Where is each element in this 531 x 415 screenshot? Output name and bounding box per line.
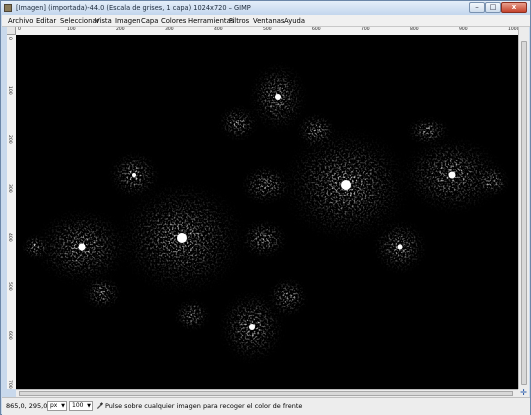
ruler-label: 300	[165, 27, 174, 32]
ruler-label: 100	[7, 86, 12, 95]
chevron-down-icon: ▼	[87, 403, 91, 409]
menu-archivo[interactable]: Archivo	[8, 17, 33, 25]
ruler-label: 700	[361, 27, 370, 32]
ruler-label: 800	[410, 27, 419, 32]
menu-herramientas[interactable]: Herramientas	[188, 17, 234, 25]
gimp-window: [Imagen] (importada)-44.0 (Escala de gri…	[0, 0, 531, 415]
ruler-label: 900	[459, 27, 468, 32]
ruler-label: 500	[7, 282, 12, 291]
ruler-label: 300	[7, 184, 12, 193]
zoom-select[interactable]: 100 ▼	[69, 401, 93, 411]
ruler-label: 200	[116, 27, 125, 32]
ruler-label: 0	[7, 37, 12, 40]
ruler-label: 600	[7, 331, 12, 340]
status-bar: 865,0, 295,0 px ▼ 100 ▼ Pulse sobre cual…	[2, 397, 530, 415]
ruler-label: 500	[263, 27, 272, 32]
zoom-value: 100	[72, 402, 84, 409]
pointer-coordinates: 865,0, 295,0	[6, 402, 48, 410]
fractal-image	[16, 35, 518, 389]
ruler-label: 0	[18, 27, 21, 32]
ruler-label: 100	[67, 27, 76, 32]
minimize-button[interactable]: –	[469, 2, 485, 13]
ruler-label: 600	[312, 27, 321, 32]
ruler-label: 1000	[508, 27, 518, 32]
menu-vista[interactable]: Vista	[95, 17, 112, 25]
menu-capa[interactable]: Capa	[141, 17, 158, 25]
menu-bar: Archivo Editar Seleccionar Vista Imagen …	[2, 15, 530, 27]
horizontal-scrollbar-thumb[interactable]	[19, 391, 513, 396]
unit-value: px	[50, 402, 58, 409]
window-title: [Imagen] (importada)-44.0 (Escala de gri…	[16, 4, 251, 12]
vertical-scrollbar-thumb[interactable]	[521, 41, 527, 385]
menu-colores[interactable]: Colores	[161, 17, 186, 25]
ruler-label: 400	[7, 233, 12, 242]
image-canvas[interactable]	[16, 35, 518, 389]
vertical-scrollbar[interactable]	[518, 27, 529, 389]
ruler-label: 400	[214, 27, 223, 32]
chevron-down-icon: ▼	[61, 403, 65, 409]
menu-editar[interactable]: Editar	[36, 17, 56, 25]
navigate-icon[interactable]: ✛	[518, 389, 529, 397]
menu-filtros[interactable]: Filtros	[229, 17, 249, 25]
close-button[interactable]: x	[501, 2, 527, 13]
ruler-corner[interactable]	[7, 27, 16, 35]
ruler-label: 700	[7, 380, 12, 389]
horizontal-scrollbar[interactable]	[16, 389, 518, 397]
menu-imagen[interactable]: Imagen	[115, 17, 141, 25]
ruler-label: 200	[7, 135, 12, 144]
status-message: Pulse sobre cualquier imagen para recoge…	[105, 402, 303, 410]
maximize-button[interactable]: □	[485, 2, 501, 13]
color-picker-icon	[96, 402, 103, 409]
menu-seleccionar[interactable]: Seleccionar	[60, 17, 99, 25]
title-bar: [Imagen] (importada)-44.0 (Escala de gri…	[1, 1, 530, 15]
menu-ventanas[interactable]: Ventanas	[253, 17, 284, 25]
gimp-icon	[4, 4, 12, 12]
unit-select[interactable]: px ▼	[47, 401, 67, 411]
menu-ayuda[interactable]: Ayuda	[284, 17, 305, 25]
